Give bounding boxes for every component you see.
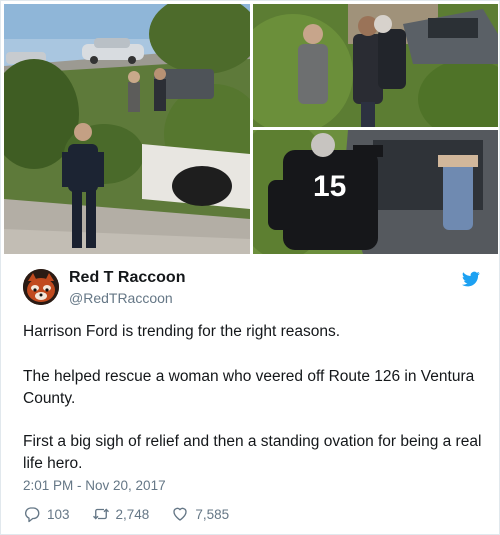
like-count: 7,585 [195,506,230,522]
jersey-number-text: 15 [313,170,346,203]
heart-icon [173,507,188,521]
media-grid: 15 [4,4,498,254]
red-panda-avatar-icon [23,269,59,305]
like-button[interactable]: 7,585 [171,505,229,523]
tweet-text-paragraph-2: The helped rescue a woman who veered off… [23,368,475,407]
user-handle[interactable]: @RedTRaccoon [69,290,173,306]
photo-rescue-scene[interactable] [4,4,250,254]
reply-icon [25,507,40,523]
tweet-text-paragraph-1: Harrison Ford is trending for the right … [23,323,341,340]
avatar[interactable] [23,269,59,305]
reply-count: 103 [47,506,70,522]
retweet-button[interactable]: 2,748 [92,505,150,523]
photo-man-jersey-car[interactable]: 15 [253,130,498,254]
tweet-text-paragraph-3: First a big sigh of relief and then a st… [23,433,482,472]
photo-men-near-car[interactable] [253,4,498,127]
tweet-actions: 103 2,748 7,585 [23,504,251,524]
retweet-icon [92,508,109,520]
display-name[interactable]: Red T Raccoon [69,269,185,287]
tweet-card: 15 Red T Raccoon @RedTRaccoon Harrison F… [0,0,500,535]
retweet-count: 2,748 [115,506,150,522]
twitter-bird-icon[interactable] [462,271,480,287]
reply-button[interactable]: 103 [23,505,70,523]
tweet-timestamp[interactable]: 2:01 PM - Nov 20, 2017 [23,478,166,493]
